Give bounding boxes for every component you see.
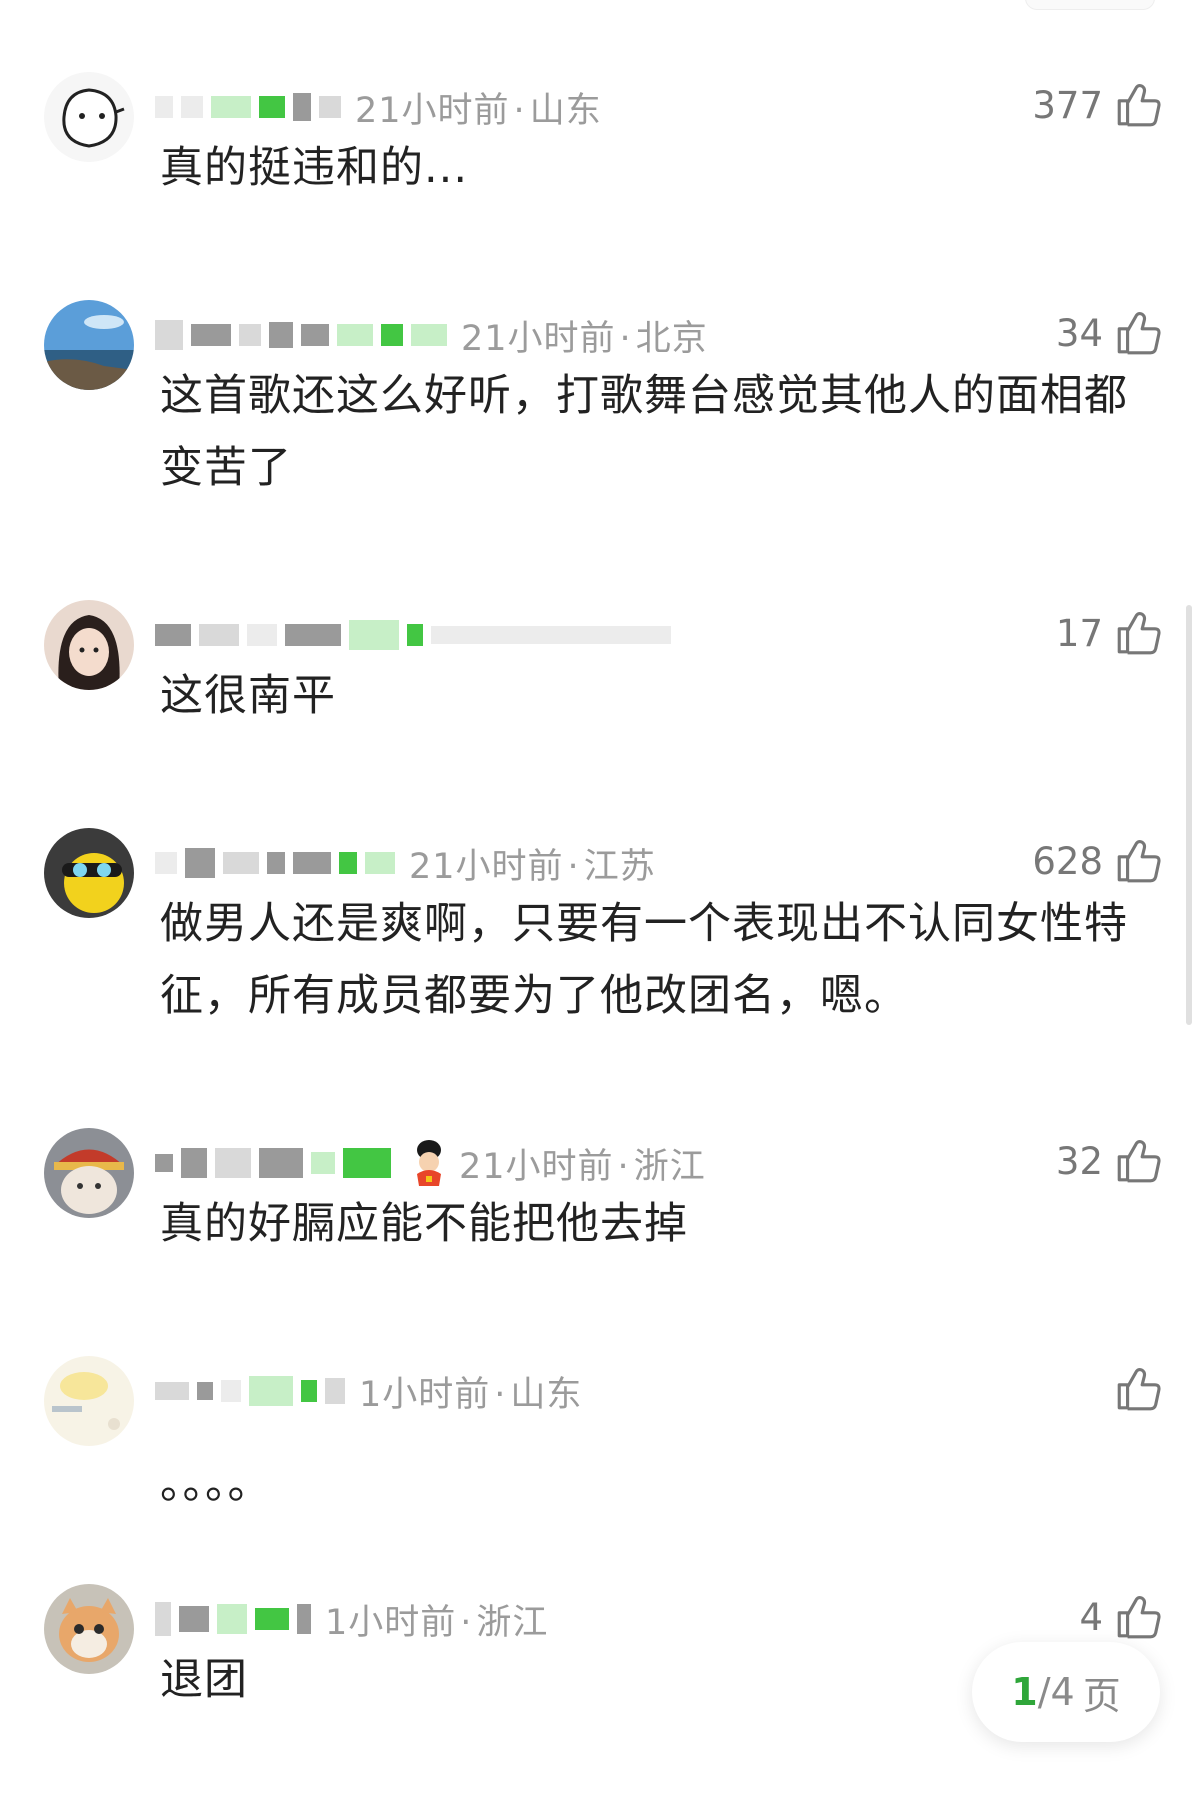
comment-item: 21小时前 · 浙江 32 真的好膈应能不能把他去掉 [0, 1128, 1195, 1278]
username-redacted [155, 1148, 391, 1178]
thumbs-up-icon[interactable] [1113, 1592, 1163, 1642]
thumbs-up-icon[interactable] [1113, 1136, 1163, 1186]
like-count: 628 [1032, 839, 1103, 883]
top-pill [1025, 0, 1155, 10]
avatar[interactable] [44, 828, 134, 918]
like-button[interactable]: 34 [1056, 308, 1163, 358]
comment-text: 。。。。 [160, 1459, 272, 1509]
like-count: 17 [1055, 611, 1103, 655]
avatar[interactable] [44, 1356, 134, 1446]
thumbs-up-icon[interactable] [1113, 1364, 1163, 1414]
comment-text: 这很南平 [160, 671, 336, 721]
like-button[interactable]: 628 [1032, 836, 1163, 886]
comment-meta: 21小时前 · 北京 [155, 312, 708, 359]
thumbs-up-icon[interactable] [1113, 608, 1163, 658]
comment-time-location: 21小时前 · 江苏 [409, 846, 656, 887]
comment-time-location: 21小时前 · 北京 [461, 318, 708, 359]
comment-time-location: 1小时前 · 浙江 [325, 1602, 549, 1643]
avatar[interactable] [44, 300, 134, 390]
like-button[interactable]: 32 [1056, 1136, 1163, 1186]
comment-meta [155, 612, 685, 658]
comment-time-location: 1小时前 · 山东 [359, 1374, 583, 1415]
thumbs-up-icon[interactable] [1113, 836, 1163, 886]
comment-text: 做男人还是爽啊，只要有一个表现出不认同女性特征，所有成员都要为了他改团名，嗯。 [160, 899, 1128, 1021]
avatar[interactable] [44, 1128, 134, 1218]
comment-text: 真的挺违和的... [160, 143, 469, 193]
username-redacted [155, 320, 447, 350]
like-button[interactable]: 4 [1079, 1592, 1163, 1642]
page-suffix: 页 [1082, 1673, 1121, 1718]
avatar[interactable] [44, 1584, 134, 1674]
comment-item: 21小时前 · 山东 377 真的挺违和的... [0, 72, 1195, 222]
like-count: 4 [1079, 1595, 1103, 1639]
avatar[interactable] [44, 600, 134, 690]
total-pages: /4 [1037, 1670, 1075, 1714]
username-redacted [155, 1602, 311, 1636]
like-button[interactable]: 377 [1032, 80, 1163, 130]
medal-icon [409, 1138, 449, 1188]
username-redacted [155, 848, 395, 878]
thumbs-up-icon[interactable] [1113, 308, 1163, 358]
like-count: 34 [1055, 311, 1103, 355]
comment-meta: 1小时前 · 浙江 [155, 1596, 549, 1643]
comment-text: 真的好膈应能不能把他去掉 [160, 1199, 688, 1249]
like-button[interactable]: 17 [1056, 608, 1163, 658]
comment-text: 这首歌还这么好听，打歌舞台感觉其他人的面相都变苦了 [160, 371, 1128, 493]
comment-meta: 1小时前 · 山东 [155, 1368, 583, 1415]
comment-time-location: 21小时前 · 山东 [355, 90, 602, 131]
comment-item: 17 这很南平 [0, 600, 1195, 740]
like-count: 377 [1032, 83, 1103, 127]
like-button[interactable] [1103, 1364, 1163, 1414]
comment-meta: 21小时前 · 浙江 [155, 1138, 706, 1188]
page-indicator[interactable]: 1/4 页 [972, 1642, 1160, 1742]
username-redacted [155, 620, 671, 650]
comment-meta: 21小时前 · 山东 [155, 84, 602, 131]
thumbs-up-icon[interactable] [1113, 80, 1163, 130]
username-redacted [155, 93, 341, 121]
avatar[interactable] [44, 72, 134, 162]
like-count: 32 [1055, 1139, 1103, 1183]
current-page: 1 [1011, 1670, 1038, 1714]
scrollbar[interactable] [1186, 605, 1192, 1025]
comment-meta: 21小时前 · 江苏 [155, 840, 656, 887]
username-redacted [155, 1376, 345, 1406]
comment-time-location: 21小时前 · 浙江 [459, 1146, 706, 1187]
comment-item: 21小时前 · 北京 34 这首歌还这么好听，打歌舞台感觉其他人的面相都变苦了 [0, 300, 1195, 500]
comment-item: 21小时前 · 江苏 628 做男人还是爽啊，只要有一个表现出不认同女性特征，所有成… [0, 828, 1195, 1038]
comment-item: 1小时前 · 山东 。。。。 [0, 1356, 1195, 1509]
